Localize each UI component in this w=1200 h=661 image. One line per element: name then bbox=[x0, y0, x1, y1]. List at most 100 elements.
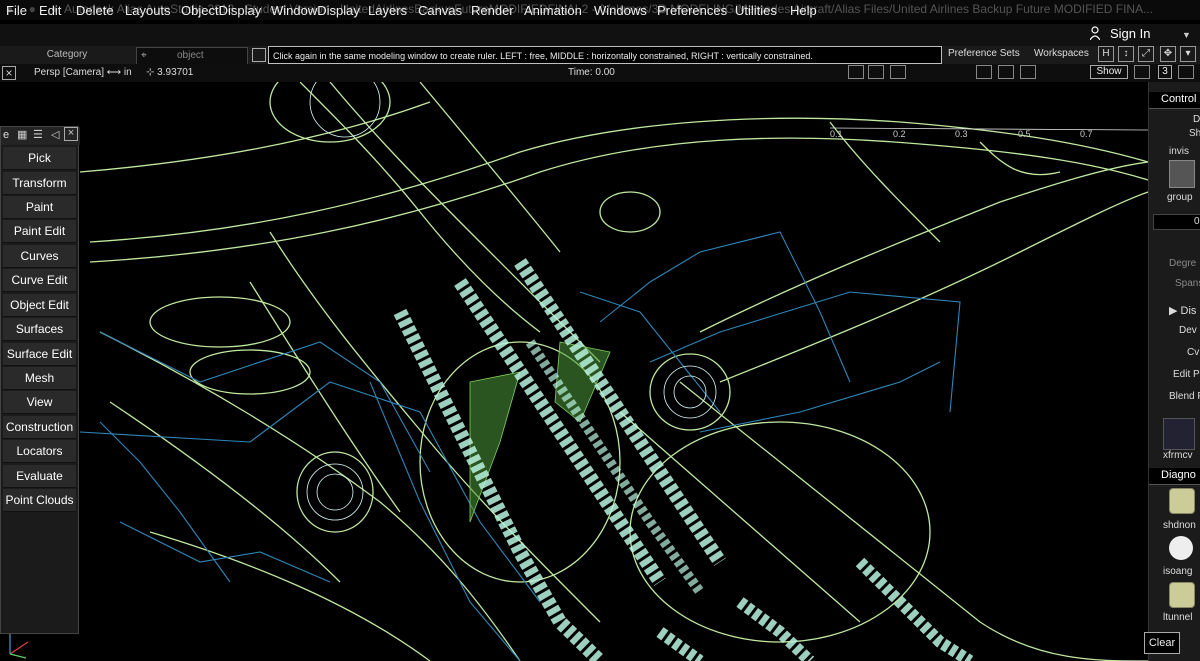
home-icon[interactable]: H bbox=[1098, 46, 1114, 62]
ruler-tick: 0.3 bbox=[955, 129, 968, 139]
group-label: group bbox=[1167, 192, 1193, 203]
shelf-options-icon[interactable]: ▾ bbox=[1180, 46, 1196, 62]
palette-evaluate[interactable]: Evaluate bbox=[3, 465, 76, 488]
wireframe-model: 0.1 0.2 0.3 0.5 0.7 bbox=[9, 82, 1148, 661]
palette-object-edit[interactable]: Object Edit bbox=[3, 294, 76, 317]
menu-edit[interactable]: Edit bbox=[39, 3, 61, 18]
invis-label[interactable]: invis bbox=[1169, 146, 1189, 157]
control-hulls bbox=[79, 231, 961, 661]
workspaces-button[interactable]: Workspaces bbox=[1034, 48, 1089, 59]
ruler-tick: 0.5 bbox=[1018, 129, 1031, 139]
palette-curve-edit[interactable]: Curve Edit bbox=[3, 269, 76, 292]
palette-grid-icon[interactable]: ▦ bbox=[17, 128, 27, 141]
degree-label: Degre bbox=[1169, 258, 1197, 269]
collapse-left-icon[interactable]: ◁ bbox=[51, 128, 59, 141]
layer-icon[interactable] bbox=[1134, 65, 1150, 79]
control-panel-header: Control bbox=[1149, 92, 1200, 109]
close-viewport-icon[interactable]: × bbox=[2, 66, 16, 80]
sign-in-label: Sign In bbox=[1110, 26, 1151, 41]
ruler-tick: 0.1 bbox=[830, 129, 843, 139]
control-panel-title: Control bbox=[1161, 93, 1197, 105]
camera-icon[interactable] bbox=[848, 65, 864, 79]
prompt-history-icon[interactable] bbox=[252, 48, 266, 62]
object-selector-label: object bbox=[177, 50, 204, 61]
sign-in-button[interactable]: Sign In ▼ bbox=[1086, 24, 1196, 44]
menu-preferences[interactable]: Preferences bbox=[657, 3, 727, 18]
image-plane-icon[interactable] bbox=[976, 65, 992, 79]
cv-label[interactable]: Cv bbox=[1187, 347, 1199, 358]
axis-triad bbox=[9, 634, 29, 659]
shdnon-icon[interactable] bbox=[1169, 488, 1195, 514]
show-button[interactable]: Show bbox=[1090, 65, 1128, 79]
menu-windows[interactable]: Windows bbox=[594, 3, 647, 18]
palette-paint[interactable]: Paint bbox=[3, 196, 76, 219]
scale-tool-icon[interactable]: ⤢ bbox=[1138, 46, 1154, 62]
menu-layouts[interactable]: Layouts bbox=[125, 3, 171, 18]
move-tool-icon[interactable]: ✥ bbox=[1160, 46, 1176, 62]
palette-curves[interactable]: Curves bbox=[3, 245, 76, 268]
blend-point-label[interactable]: Blend P bbox=[1169, 391, 1200, 402]
edit-point-label[interactable]: Edit P bbox=[1173, 369, 1200, 380]
tool-palette: e ▦ ☰ ◁ × Pick Transform Paint Paint Edi… bbox=[0, 126, 80, 634]
menu-utilities[interactable]: Utilities bbox=[735, 3, 777, 18]
preference-sets-button[interactable]: Preference Sets bbox=[948, 48, 1020, 59]
menu-delete[interactable]: Delete bbox=[76, 3, 114, 18]
category-selector[interactable]: Category bbox=[0, 48, 134, 62]
palette-paint-edit[interactable]: Paint Edit bbox=[3, 220, 76, 243]
palette-view[interactable]: View bbox=[3, 391, 76, 414]
value-field-text: 0 bbox=[1194, 216, 1200, 227]
object-selector[interactable]: ⌖ object bbox=[136, 47, 248, 65]
menu-help[interactable]: Help bbox=[790, 3, 817, 18]
menu-canvas[interactable]: Canvas bbox=[418, 3, 462, 18]
ruler-distance: ⊹ 3.93701 bbox=[146, 67, 193, 78]
menu-objectdisplay[interactable]: ObjectDisplay bbox=[181, 3, 261, 18]
spans-label: Spans bbox=[1175, 278, 1200, 289]
xfrmcv-label: xfrmcv bbox=[1163, 450, 1193, 461]
menu-bar bbox=[0, 24, 1200, 46]
palette-point-clouds[interactable]: Point Clouds bbox=[3, 489, 76, 512]
hardware-shade-icon[interactable] bbox=[998, 65, 1014, 79]
shdnon-label: shdnon bbox=[1163, 520, 1196, 531]
palette-mesh[interactable]: Mesh bbox=[3, 367, 76, 390]
clear-button[interactable]: Clear bbox=[1144, 632, 1180, 654]
palette-surfaces[interactable]: Surfaces bbox=[3, 318, 76, 341]
ruler-tick: 0.7 bbox=[1080, 129, 1093, 139]
isoang-label: isoang bbox=[1163, 566, 1193, 577]
transform-tool-icon[interactable]: ↕ bbox=[1118, 46, 1134, 62]
perspective-viewport[interactable]: 0.1 0.2 0.3 0.5 0.7 bbox=[0, 82, 1148, 661]
palette-title: e bbox=[3, 129, 10, 141]
zoom-icon[interactable] bbox=[890, 65, 906, 79]
pick-object-icon: ⌖ bbox=[141, 50, 147, 61]
menu-file[interactable]: File bbox=[6, 3, 27, 18]
menu-render[interactable]: Render bbox=[471, 3, 514, 18]
d-label: D bbox=[1193, 114, 1200, 125]
menu-windowdisplay[interactable]: WindowDisplay bbox=[271, 3, 360, 18]
dev-label[interactable]: Dev bbox=[1179, 325, 1197, 336]
palette-list-icon[interactable]: ☰ bbox=[33, 128, 43, 141]
palette-pick[interactable]: Pick bbox=[3, 147, 76, 170]
palette-construction[interactable]: Construction bbox=[3, 416, 76, 439]
display-section[interactable]: ▶ Dis bbox=[1169, 304, 1196, 317]
video-icon[interactable] bbox=[868, 65, 884, 79]
palette-locators[interactable]: Locators bbox=[3, 440, 76, 463]
value-field[interactable]: 0 bbox=[1153, 214, 1200, 230]
diagnostic-header: Diagno bbox=[1149, 468, 1200, 485]
menu-layers[interactable]: Layers bbox=[368, 3, 407, 18]
ltunnel-icon[interactable] bbox=[1169, 582, 1195, 608]
isoang-icon[interactable] bbox=[1169, 536, 1193, 560]
prompt-line: Click again in the same modeling window … bbox=[268, 46, 942, 64]
menu-animation[interactable]: Animation bbox=[524, 3, 582, 18]
xfrmcv-icon[interactable] bbox=[1163, 418, 1195, 450]
close-palette-icon[interactable]: × bbox=[64, 127, 78, 141]
diagnostic-title: Diagno bbox=[1161, 469, 1196, 481]
ltunnel-label: ltunnel bbox=[1163, 612, 1193, 623]
palette-transform[interactable]: Transform bbox=[3, 172, 76, 195]
shading-label[interactable]: Sh bbox=[1189, 128, 1200, 139]
layer-count[interactable]: 3 bbox=[1158, 65, 1172, 79]
ruler-tick: 0.2 bbox=[893, 129, 906, 139]
palette-surface-edit[interactable]: Surface Edit bbox=[3, 343, 76, 366]
grid-icon[interactable] bbox=[1020, 65, 1036, 79]
group-icon[interactable] bbox=[1169, 160, 1195, 188]
ruler-line bbox=[829, 127, 1148, 131]
maximize-icon[interactable] bbox=[1178, 65, 1194, 79]
